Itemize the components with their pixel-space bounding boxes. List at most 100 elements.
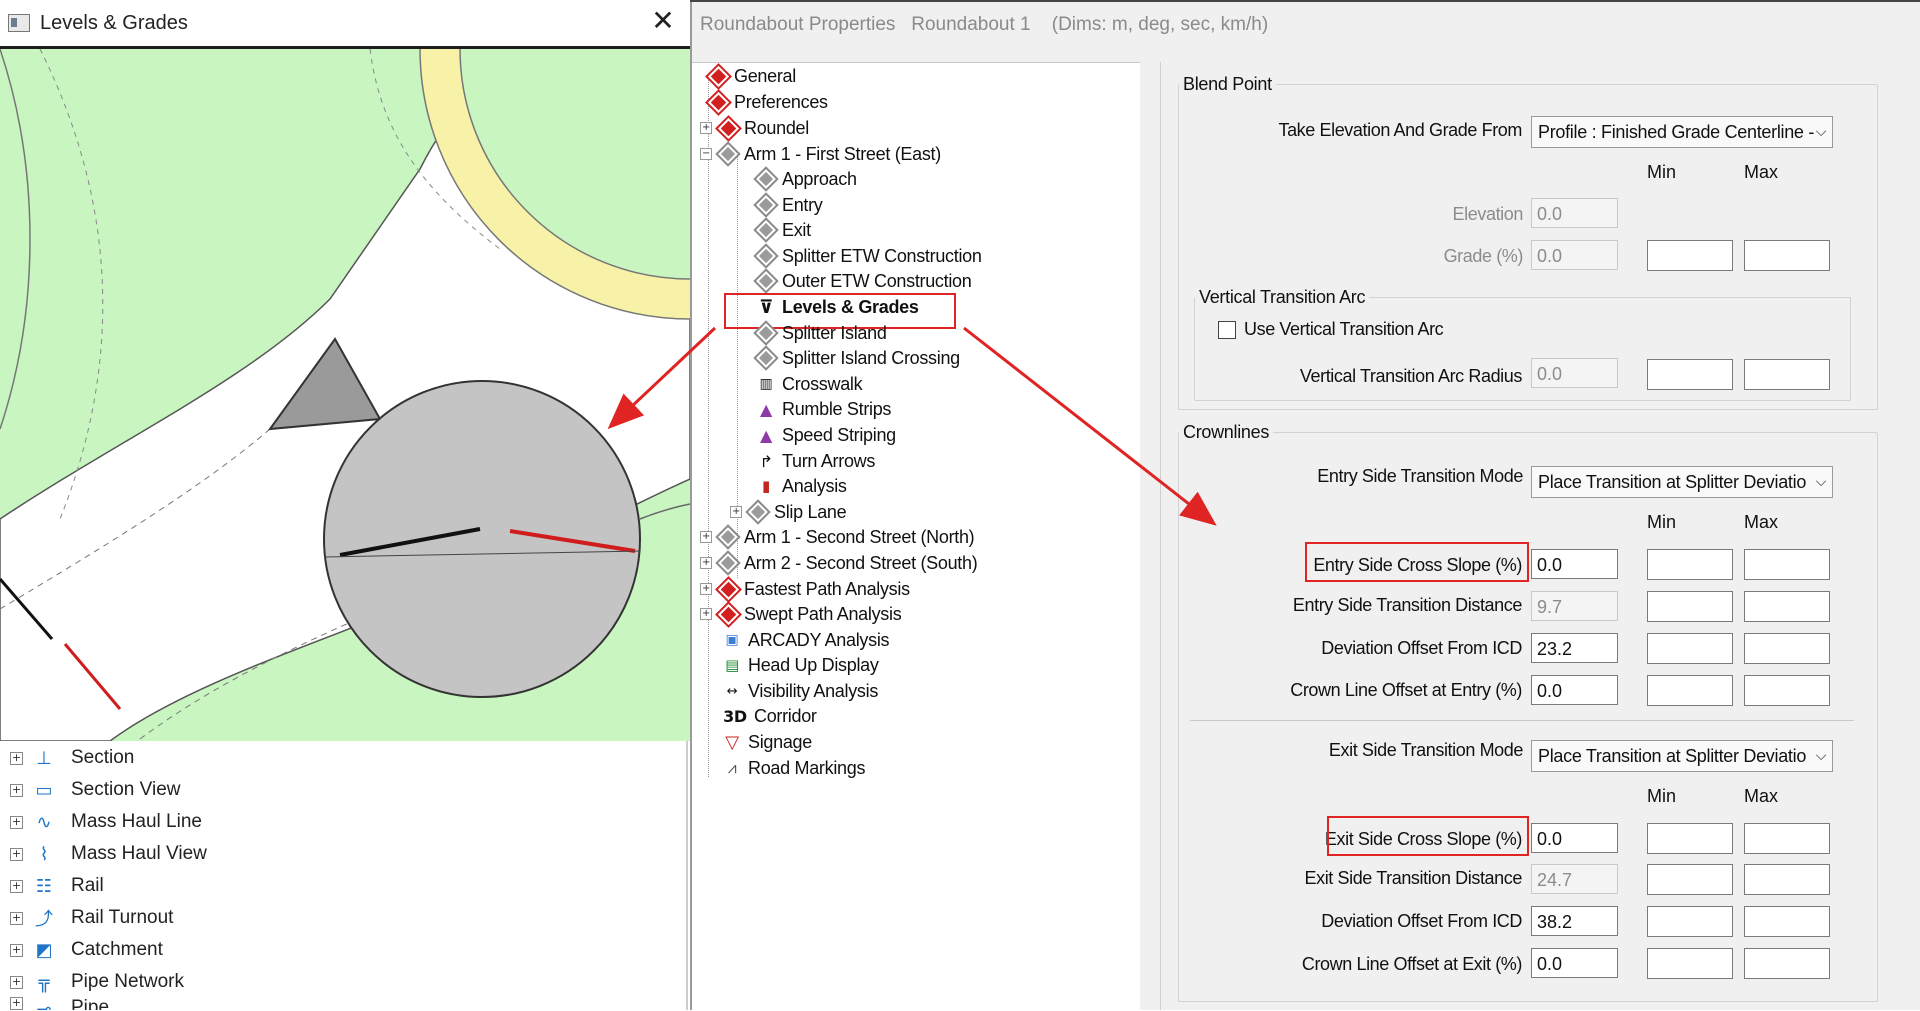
crown-offset-entry-field[interactable]: 0.0 [1531,675,1618,705]
exit-cross-slope-min-field[interactable] [1647,823,1733,854]
min-header: Min [1647,162,1677,182]
tree-node-road-markings[interactable]: ⩘ Road Markings [720,755,866,781]
crown-offset-exit-min-field[interactable] [1647,948,1733,979]
exit-transition-distance-min-field[interactable] [1647,864,1733,895]
tree-node-arcady-analysis[interactable]: ▣ ARCADY Analysis [720,627,890,653]
expand-icon[interactable]: + [700,583,712,595]
tree-node-rumble-strips[interactable]: ▲ Rumble Strips [754,396,891,422]
prospector-label: Catchment [71,939,163,960]
grey-diamond-icon [754,218,778,242]
grade-field[interactable]: 0.0 [1531,240,1618,270]
exit-transition-distance-max-field[interactable] [1744,864,1830,895]
tree-node-signage[interactable]: ▽ Signage [720,729,812,755]
vta-radius-max-field[interactable] [1744,359,1830,390]
tree-node-speed-striping[interactable]: ▲ Speed Striping [754,422,896,448]
entry-deviation-offset-field[interactable]: 23.2 [1531,633,1618,663]
entry-cross-slope-field[interactable]: 0.0 [1531,549,1618,579]
exit-transition-distance-field[interactable]: 24.7 [1531,864,1618,894]
tree-node-analysis[interactable]: ▮ Analysis [754,473,847,499]
vta-radius-field[interactable]: 0.0 [1531,358,1618,388]
entry-deviation-offset-min-field[interactable] [1647,633,1733,664]
tree-node-approach[interactable]: Approach [754,166,857,192]
use-vertical-transition-arc-checkbox[interactable] [1218,321,1236,339]
tree-node-roundel[interactable]: + Roundel [700,115,809,141]
tree-node-arm1-first-street-east[interactable]: − Arm 1 - First Street (East) [700,141,941,167]
prospector-item-pipe-network[interactable]: + ╦ Pipe Network [10,967,184,997]
tree-node-entry[interactable]: Entry [754,192,823,218]
tree-node-splitter-island[interactable]: Splitter Island [754,320,887,346]
expand-icon[interactable]: + [10,879,23,893]
expand-icon[interactable]: + [700,122,712,134]
exit-cross-slope-field[interactable]: 0.0 [1531,823,1618,853]
prospector-item-mass-haul-line[interactable]: + ∿ Mass Haul Line [10,807,202,837]
elevation-field[interactable]: 0.0 [1531,198,1618,228]
entry-cross-slope-min-field[interactable] [1647,549,1733,580]
pipe-icon: ⊸ [36,998,52,1011]
exit-cross-slope-max-field[interactable] [1744,823,1830,854]
expand-icon[interactable]: + [10,783,23,797]
drawing-viewport[interactable] [0,49,690,741]
tree-node-outer-etw-construction[interactable]: Outer ETW Construction [754,268,972,294]
tree-node-crosswalk[interactable]: ▥ Crosswalk [754,371,863,397]
tree-node-corridor[interactable]: 3D Corridor [720,703,817,729]
expand-icon[interactable]: + [700,557,712,569]
grade-min-field[interactable] [1647,240,1733,271]
expand-icon[interactable]: + [700,531,712,543]
crown-offset-entry-max-field[interactable] [1744,675,1830,706]
tree-node-general[interactable]: General [706,63,796,89]
exit-deviation-offset-max-field[interactable] [1744,906,1830,937]
tree-node-swept-path-analysis[interactable]: + Swept Path Analysis [700,601,902,627]
tree-node-turn-arrows[interactable]: ↱ Turn Arrows [754,448,875,474]
tree-node-label: Slip Lane [774,501,847,522]
prospector-item-pipe[interactable]: + ⊸ Pipe [10,997,109,1010]
expand-icon[interactable]: + [10,997,23,1010]
entry-mode-dropdown[interactable]: Place Transition at Splitter Deviatio ⌵ [1531,466,1833,498]
entry-cross-slope-max-field[interactable] [1744,549,1830,580]
crown-offset-exit-field[interactable]: 0.0 [1531,948,1618,978]
tree-node-splitter-island-crossing[interactable]: Splitter Island Crossing [754,345,960,371]
tree-node-splitter-etw-construction[interactable]: Splitter ETW Construction [754,243,982,269]
expand-icon[interactable]: + [10,975,23,989]
collapse-icon[interactable]: − [700,148,712,160]
tree-node-label: Fastest Path Analysis [744,578,910,599]
prospector-item-rail-turnout[interactable]: + ⤴ Rail Turnout [10,903,173,933]
tree-node-preferences[interactable]: Preferences [706,89,828,115]
tree-node-label: Splitter ETW Construction [782,245,982,266]
expand-icon[interactable]: + [10,815,23,829]
grade-max-field[interactable] [1744,240,1830,271]
group-legend: Crownlines [1183,422,1270,442]
exit-deviation-offset-min-field[interactable] [1647,906,1733,937]
entry-transition-distance-max-field[interactable] [1744,591,1830,622]
prospector-item-section[interactable]: + ⊥ Section [10,743,134,773]
prospector-item-rail[interactable]: + ☷ Rail [10,871,104,901]
crown-offset-entry-min-field[interactable] [1647,675,1733,706]
tree-node-arm1-second-street-north[interactable]: + Arm 1 - Second Street (North) [700,524,975,550]
exit-deviation-offset-label: Deviation Offset From ICD [1321,911,1522,931]
close-icon[interactable]: ✕ [648,6,678,36]
prospector-item-section-view[interactable]: + ▭ Section View [10,775,181,805]
tree-node-head-up-display[interactable]: ▤ Head Up Display [720,652,879,678]
tree-node-fastest-path-analysis[interactable]: + Fastest Path Analysis [700,576,910,602]
prospector-item-mass-haul-view[interactable]: + ⌇ Mass Haul View [10,839,207,869]
expand-icon[interactable]: + [700,608,712,620]
expand-icon[interactable]: + [10,751,23,765]
expand-icon[interactable]: + [730,506,742,518]
entry-transition-distance-field[interactable]: 9.7 [1531,591,1618,621]
tree-node-slip-lane[interactable]: + Slip Lane [730,499,847,525]
take-elevation-dropdown[interactable]: Profile : Finished Grade Centerline - ⌵ [1531,116,1833,148]
tree-node-visibility-analysis[interactable]: ↔ Visibility Analysis [720,678,879,704]
prospector-item-catchment[interactable]: + ◩ Catchment [10,935,163,965]
expand-icon[interactable]: + [10,847,23,861]
entry-deviation-offset-max-field[interactable] [1744,633,1830,664]
vta-radius-min-field[interactable] [1647,359,1733,390]
bar-chart-icon: ▮ [762,477,770,495]
turn-arrow-icon: ↱ [759,451,773,471]
crown-offset-exit-max-field[interactable] [1744,948,1830,979]
tree-node-arm2-second-street-south[interactable]: + Arm 2 - Second Street (South) [700,550,978,576]
exit-deviation-offset-field[interactable]: 38.2 [1531,906,1618,936]
expand-icon[interactable]: + [10,911,23,925]
entry-transition-distance-min-field[interactable] [1647,591,1733,622]
exit-mode-dropdown[interactable]: Place Transition at Splitter Deviatio ⌵ [1531,740,1833,772]
expand-icon[interactable]: + [10,943,23,957]
tree-node-exit[interactable]: Exit [754,217,811,243]
